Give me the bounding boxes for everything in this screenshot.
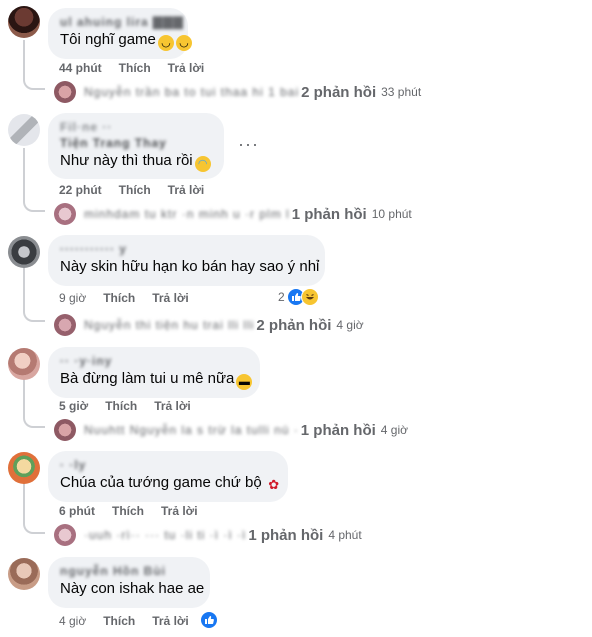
commenter-name[interactable]: ·· ·y·iny: [60, 353, 248, 369]
thread-connector: [23, 308, 45, 322]
comment-actions: 6 phút Thích Trả lời: [59, 504, 215, 518]
comment-bubble: Fil·ne ·· Tiện Trang Thay Như này thì th…: [48, 113, 224, 179]
comment-text: Tôi nghĩ game: [60, 31, 156, 48]
commenter-name[interactable]: · ·ly: [60, 457, 276, 473]
reply-count[interactable]: 1 phản hồi: [292, 206, 367, 223]
sad-tears-face-icon: ◠: [194, 156, 211, 172]
view-replies[interactable]: minhdam tu ktr ·n minh u ·r plm l 1 phản…: [54, 203, 412, 225]
reply-avatar: [54, 524, 76, 546]
view-replies[interactable]: Nguyễn trần ba to tui thaa hi 1 bai 2 ph…: [54, 81, 421, 103]
reply-link[interactable]: Trả lời: [161, 504, 198, 518]
comment-time[interactable]: 9 giờ: [59, 291, 86, 305]
thread-line: [23, 378, 25, 416]
reply-count[interactable]: 2 phản hồi: [301, 84, 376, 101]
like-link[interactable]: Thích: [119, 61, 151, 75]
thread-line: [23, 40, 25, 78]
slightly-smiling-face-icon: ◡: [175, 35, 192, 51]
reply-avatar: [54, 419, 76, 441]
comment-actions: 44 phút Thích Trả lời: [59, 61, 221, 75]
thread-line: [23, 266, 25, 310]
like-link[interactable]: Thích: [105, 399, 137, 413]
reply-link[interactable]: Trả lời: [168, 61, 205, 75]
reply-preview: minhdam tu ktr ·n minh u ·r plm l: [84, 207, 290, 221]
grinning-face-icon: ▬: [236, 374, 253, 390]
view-replies[interactable]: Nuuhtt Nguyễn la s trừ la tulli nú · 1 p…: [54, 419, 408, 441]
comment-time[interactable]: 6 phút: [59, 504, 95, 518]
reply-avatar: [54, 81, 76, 103]
comment-text-wrap: Tôi nghĩ game ◡ ◡: [60, 30, 192, 51]
comment-text: Như này thì thua rồi: [60, 152, 193, 169]
comment-time[interactable]: 44 phút: [59, 61, 102, 75]
thread-connector: [23, 520, 45, 534]
commenter-name[interactable]: nguyễn Hồn Bùi: [60, 563, 198, 579]
comment-text-wrap: Như này thì thua rồi ◠: [60, 151, 212, 172]
avatar[interactable]: [8, 114, 40, 146]
reply-time: 4 giờ: [380, 423, 408, 437]
slightly-smiling-face-icon: ◡: [157, 35, 174, 51]
comment-bubble: · ·ly Chúa của tướng game chứ bộ ✿: [48, 451, 288, 502]
comment-text-wrap: Bà đừng làm tui u mê nữa ▬: [60, 369, 253, 390]
like-link[interactable]: Thích: [103, 291, 135, 305]
comment-text: Chúa của tướng game chứ bộ: [60, 474, 262, 491]
comment-actions: 4 giờ Thích Trả lời: [59, 614, 206, 628]
comment-actions: 5 giờ Thích Trả lời: [59, 399, 208, 413]
reaction-count: 2: [278, 290, 285, 304]
comment-time[interactable]: 4 giờ: [59, 614, 86, 628]
like-link[interactable]: Thích: [112, 504, 144, 518]
reply-count[interactable]: 1 phản hồi: [301, 422, 376, 439]
reply-avatar: [54, 314, 76, 336]
commenter-name[interactable]: Fil·ne ··: [60, 119, 212, 135]
reply-preview: Nguyễn trần ba to tui thaa hi 1 bai: [84, 85, 300, 99]
reply-preview: ·uuh ·rì·· ··· tu ·li ti ·ì ·ì ·ì: [84, 528, 247, 542]
thread-connector: [23, 414, 45, 428]
thread-line: [23, 482, 25, 522]
thread-connector: [23, 76, 45, 90]
comment-time[interactable]: 5 giờ: [59, 399, 88, 413]
reply-count[interactable]: 1 phản hồi: [248, 527, 323, 544]
thread-line: [23, 148, 25, 200]
comment-text: Này skin hữu hạn ko bán hay sao ý nhỉ: [60, 258, 320, 275]
reaction-summary[interactable]: [200, 611, 218, 629]
like-link[interactable]: Thích: [119, 183, 151, 197]
comment-time[interactable]: 22 phút: [59, 183, 102, 197]
thread-connector: [23, 198, 45, 212]
avatar[interactable]: [8, 236, 40, 268]
like-link[interactable]: Thích: [103, 614, 135, 628]
reply-preview: Nuuhtt Nguyễn la s trừ la tulli nú ·: [84, 423, 299, 437]
comment-bubble: ·· ·y·iny Bà đừng làm tui u mê nữa ▬: [48, 347, 260, 398]
reply-link[interactable]: Trả lời: [152, 614, 189, 628]
reply-time: 4 giờ: [336, 318, 364, 332]
comment-bubble: ul ahuing lira ▇▇▇ Tôi nghĩ game ◡ ◡: [48, 8, 192, 59]
more-options-icon[interactable]: ···: [238, 134, 259, 155]
avatar[interactable]: [8, 452, 40, 484]
avatar[interactable]: [8, 558, 40, 590]
rose-icon: ✿: [268, 477, 280, 492]
reaction-summary[interactable]: 2: [278, 288, 319, 306]
view-replies[interactable]: ·uuh ·rì·· ··· tu ·li ti ·ì ·ì ·ì 1 phản…: [54, 524, 362, 546]
reply-link[interactable]: Trả lời: [154, 399, 191, 413]
reply-link[interactable]: Trả lời: [168, 183, 205, 197]
reply-avatar: [54, 203, 76, 225]
comment-bubble: ··········· y Này skin hữu hạn ko bán ha…: [48, 235, 325, 286]
reply-time: 10 phút: [371, 207, 412, 221]
like-icon: [200, 611, 218, 629]
haha-icon: [300, 288, 319, 306]
reply-time: 33 phút: [381, 85, 422, 99]
comment-text: Này con ishak hae ae: [60, 580, 205, 597]
comment-actions: 22 phút Thích Trả lời: [59, 183, 221, 197]
view-replies[interactable]: Nguyễn thi tiện hu trai lli lli 2 phản h…: [54, 314, 364, 336]
reply-count[interactable]: 2 phản hồi: [256, 317, 331, 334]
comment-actions: 9 giờ Thích Trả lời: [59, 291, 206, 305]
comment-text-wrap: Chúa của tướng game chứ bộ ✿: [60, 473, 279, 493]
commenter-name[interactable]: ··········· y: [60, 241, 313, 257]
avatar[interactable]: [8, 6, 40, 38]
commenter-subname: Tiện Trang Thay: [60, 136, 167, 150]
commenter-name[interactable]: ul ahuing lira ▇▇▇: [60, 14, 183, 30]
comment-text: Bà đừng làm tui u mê nữa: [60, 370, 235, 387]
reply-time: 4 phút: [328, 528, 362, 542]
reply-link[interactable]: Trả lời: [152, 291, 189, 305]
reply-preview: Nguyễn thi tiện hu trai lli lli: [84, 318, 255, 332]
comment-bubble: nguyễn Hồn Bùi Này con ishak hae ae: [48, 557, 210, 608]
avatar[interactable]: [8, 348, 40, 380]
